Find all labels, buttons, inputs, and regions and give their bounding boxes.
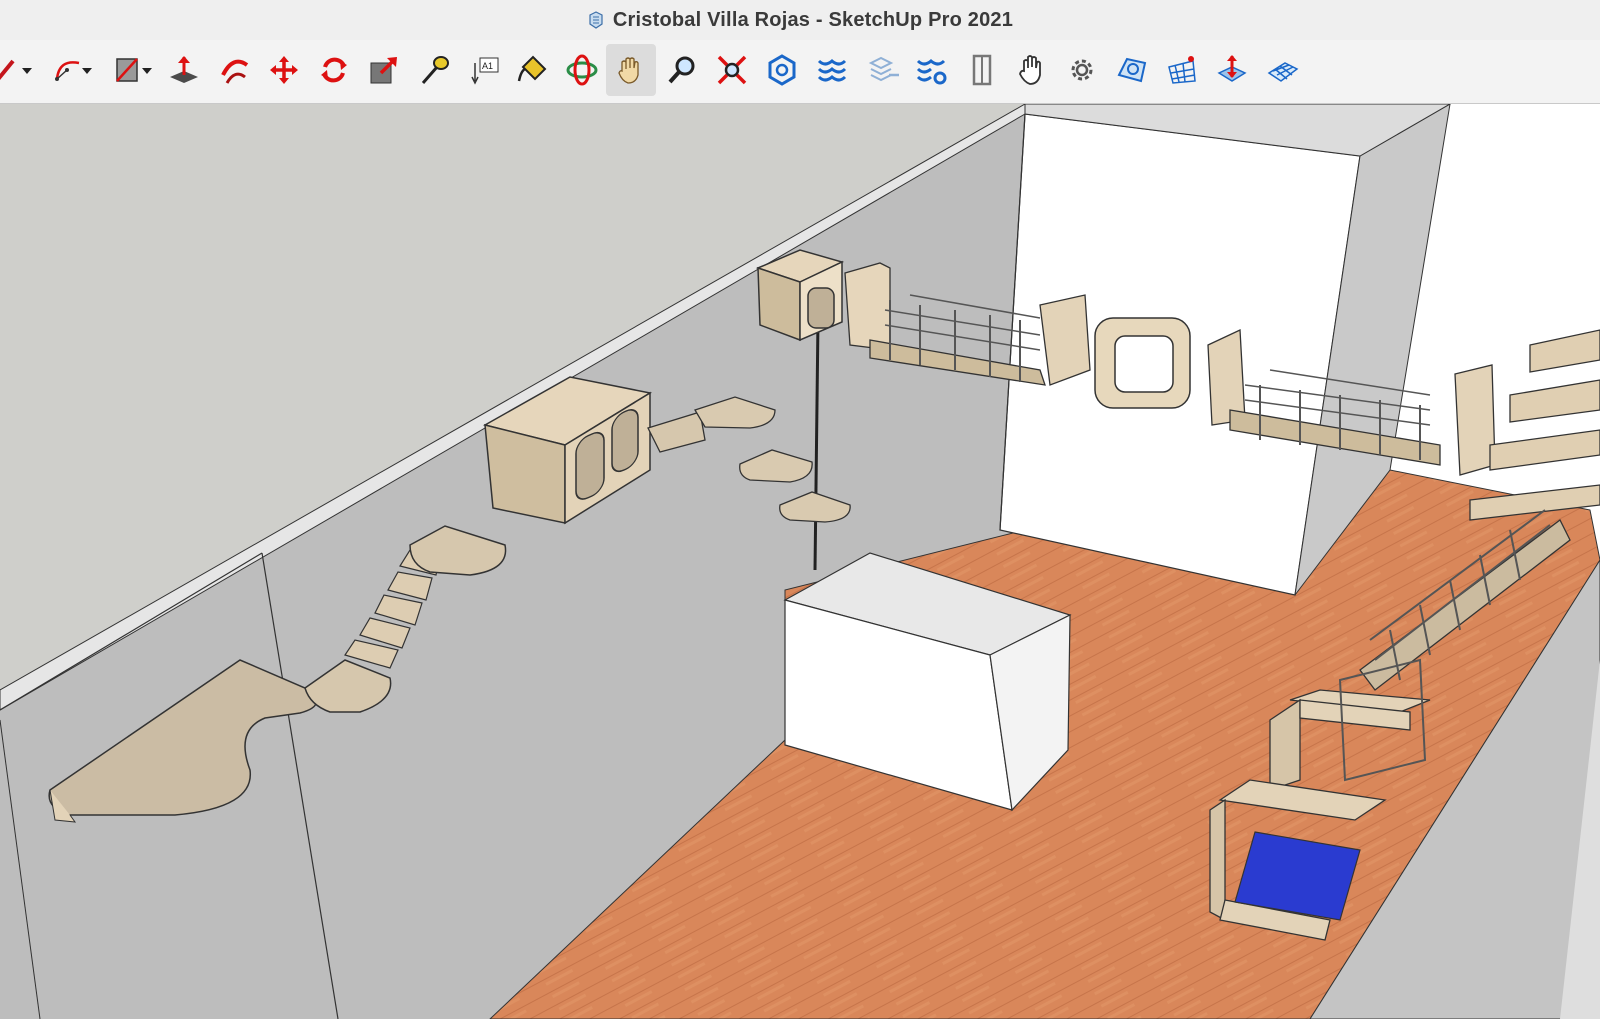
follow-me-tool-button[interactable] — [210, 44, 258, 96]
push-pull-tool-button[interactable] — [160, 44, 208, 96]
pan-tool-button[interactable] — [606, 44, 656, 96]
hand-button[interactable] — [1008, 44, 1056, 96]
zoom-tool-button[interactable] — [658, 44, 706, 96]
zoom-extents-icon — [717, 55, 747, 85]
rectangle-icon — [116, 58, 138, 82]
sandbox-smoove-button[interactable] — [1158, 44, 1206, 96]
settings-button[interactable] — [1058, 44, 1106, 96]
sandbox-drape-icon — [1267, 62, 1299, 82]
arc-icon — [55, 61, 80, 81]
svg-text:A1: A1 — [482, 61, 493, 71]
move-tool-button[interactable] — [260, 44, 308, 96]
cat-cube-upper[interactable] — [755, 249, 845, 342]
move-icon — [270, 56, 298, 84]
extension-warehouse-button[interactable] — [808, 44, 856, 96]
dropdown-arrow-icon[interactable] — [22, 68, 32, 74]
share-component-button[interactable] — [860, 44, 908, 96]
warehouse-icon — [768, 54, 796, 86]
scale-tool-button[interactable] — [360, 44, 408, 96]
cat-tunnel[interactable] — [1094, 317, 1191, 409]
arc-tool-button[interactable] — [44, 44, 92, 96]
sandbox-smoove-icon — [1168, 56, 1196, 84]
pan-hand-icon — [618, 57, 639, 84]
sandbox-stamp-icon — [1217, 55, 1247, 82]
large-tool-set-toolbar: A1 — [0, 40, 1600, 104]
door-icon — [972, 54, 992, 86]
extension-manager-icon — [916, 59, 947, 85]
paint-bucket-icon — [517, 55, 547, 82]
sandbox-stamp-button[interactable] — [1208, 44, 1256, 96]
scale-icon — [370, 57, 397, 84]
rotate-icon — [321, 57, 347, 83]
sandbox-drape-button[interactable] — [1258, 44, 1306, 96]
push-pull-icon — [170, 56, 198, 83]
orbit-icon — [566, 54, 598, 86]
extension-warehouse-icon — [817, 59, 847, 82]
3d-model-scene[interactable] — [0, 104, 1600, 1019]
zoom-icon — [668, 56, 695, 84]
tape-measure-tool-button[interactable] — [410, 44, 458, 96]
sandbox-contours-icon — [1117, 57, 1147, 83]
paint-bucket-tool-button[interactable] — [508, 44, 556, 96]
door-button[interactable] — [958, 44, 1006, 96]
share-component-icon — [868, 56, 899, 82]
model-viewport[interactable] — [0, 104, 1600, 1019]
hand-icon — [1019, 55, 1041, 85]
zoom-extents-tool-button[interactable] — [708, 44, 756, 96]
pencil-tool-button[interactable] — [0, 44, 32, 96]
tape-measure-icon — [421, 56, 449, 84]
orbit-tool-button[interactable] — [558, 44, 606, 96]
extension-manager-button[interactable] — [908, 44, 956, 96]
title-bar: Cristobal Villa Rojas - SketchUp Pro 202… — [0, 0, 1600, 40]
text-icon: A1 — [471, 57, 499, 85]
window-title: Cristobal Villa Rojas - SketchUp Pro 202… — [612, 8, 1014, 31]
sketchup-logo-icon — [589, 11, 603, 29]
text-tool-button[interactable]: A1 — [460, 44, 508, 96]
dropdown-arrow-icon[interactable] — [142, 68, 152, 74]
3d-warehouse-button[interactable] — [758, 44, 806, 96]
follow-me-icon — [221, 59, 249, 84]
gear-icon — [1071, 59, 1093, 81]
rectangle-tool-button[interactable] — [104, 44, 152, 96]
sandbox-contours-button[interactable] — [1108, 44, 1156, 96]
rotate-tool-button[interactable] — [310, 44, 358, 96]
dropdown-arrow-icon[interactable] — [82, 68, 92, 74]
